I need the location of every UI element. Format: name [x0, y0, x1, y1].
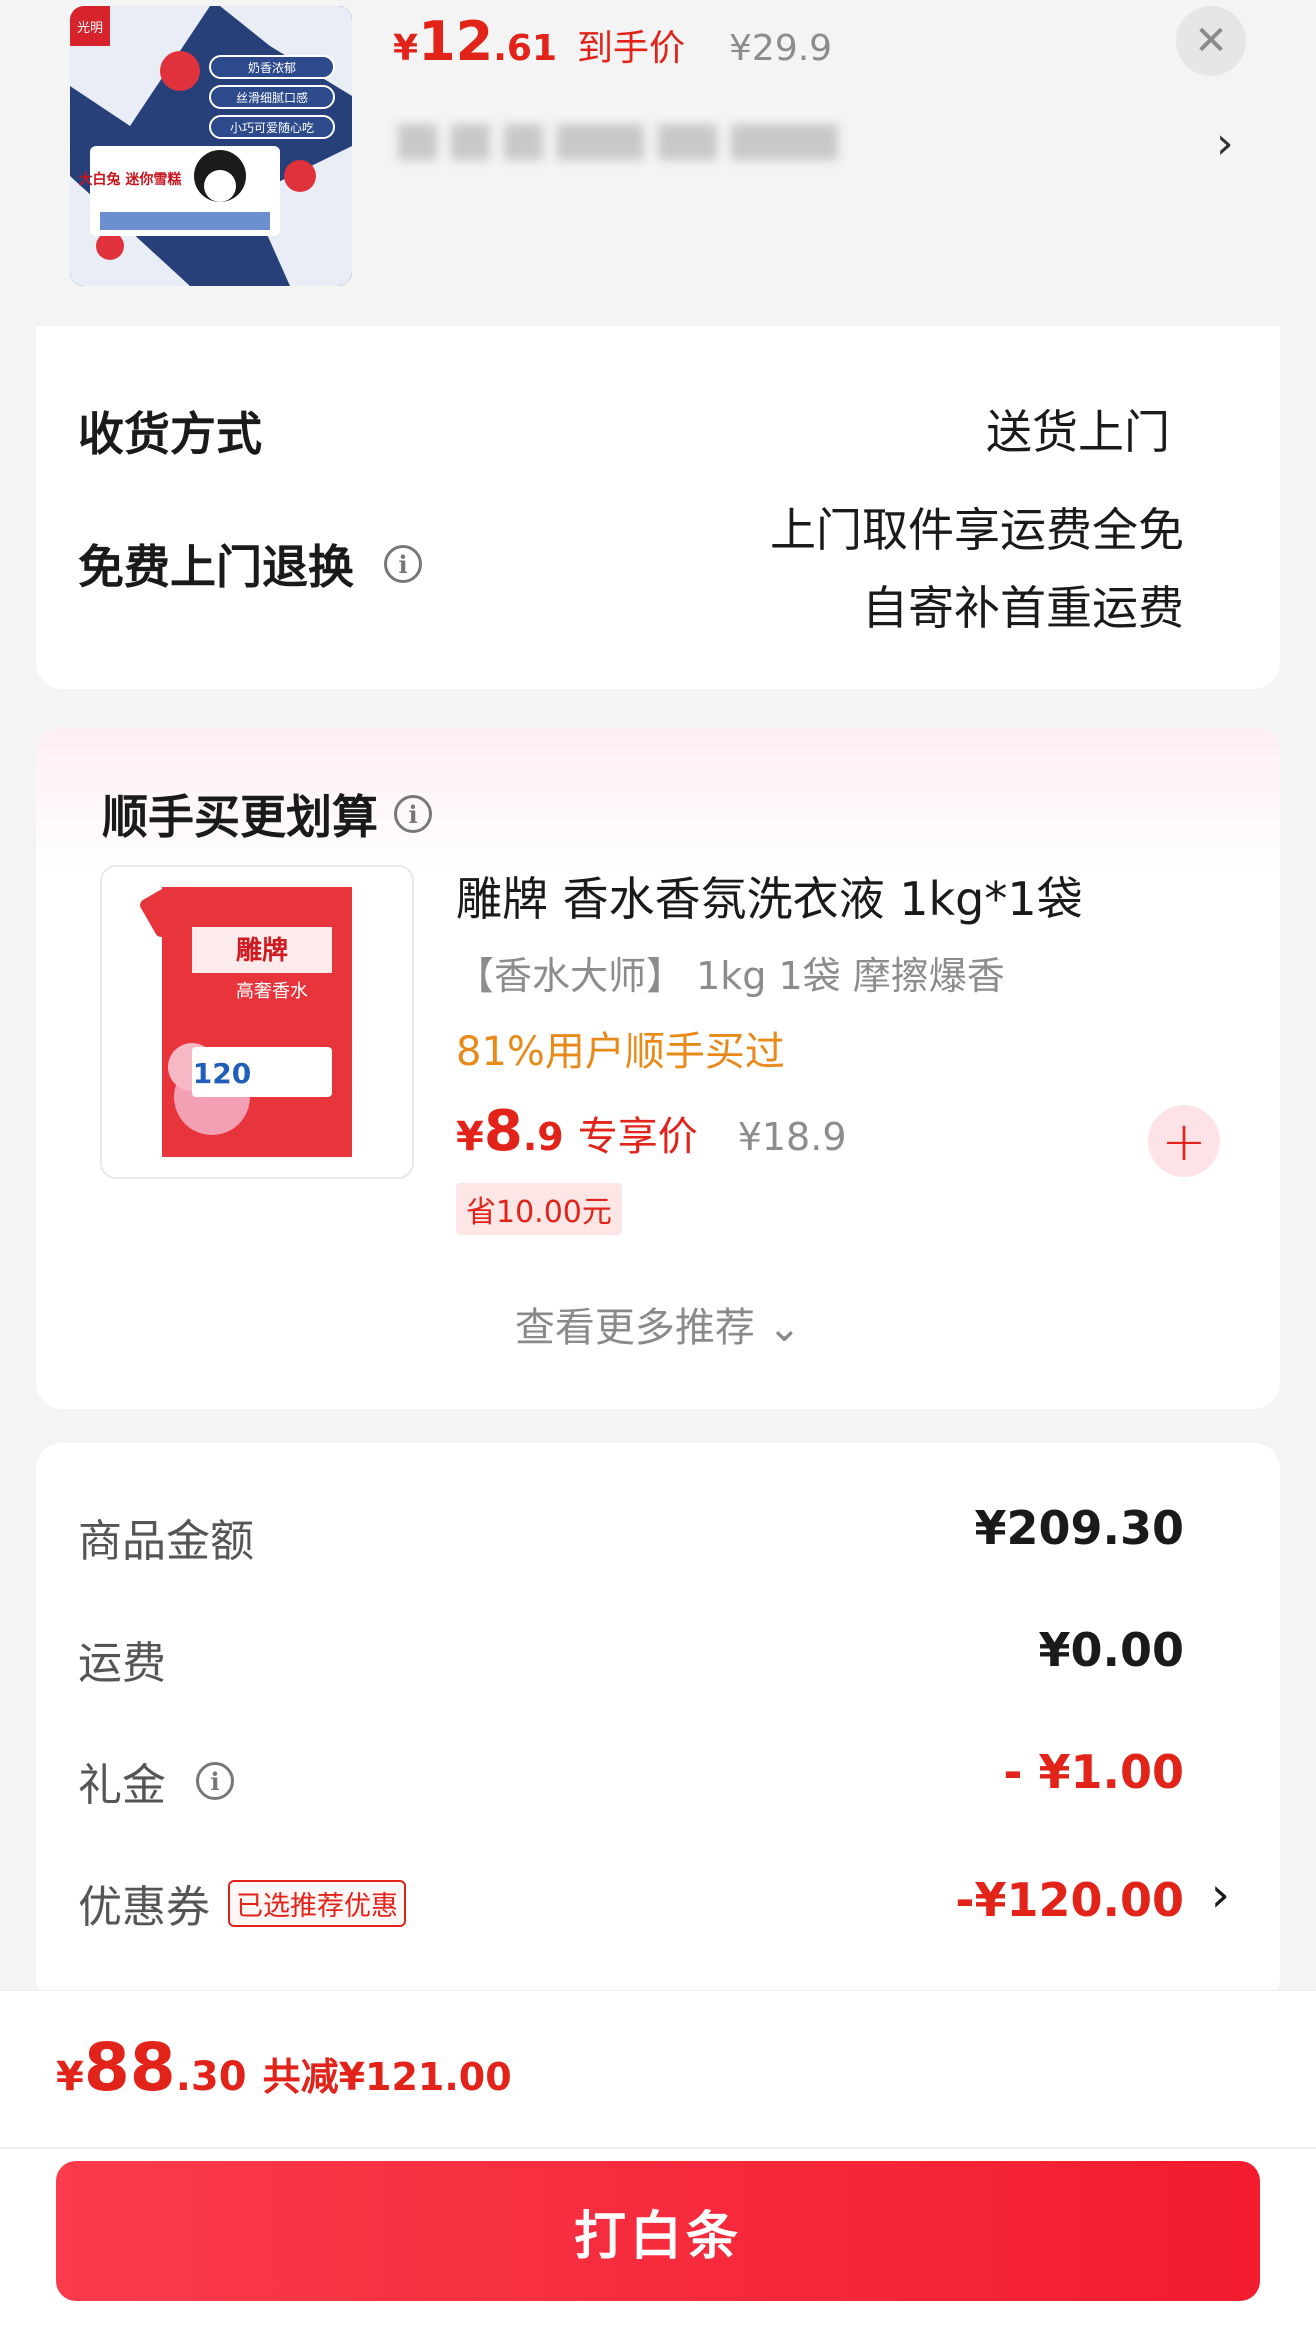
price-tag: 到手价 — [577, 28, 686, 69]
original-price: ¥18.9 — [737, 1115, 847, 1159]
gift-money-row: 礼金 i — [78, 1749, 234, 1813]
order-summary-card: 商品金额 ¥209.30 运费 ¥0.00 礼金 i - ¥1.00 优惠券 已… — [36, 1443, 1280, 2003]
free-return-value-2: 自寄补首重运费 — [862, 581, 1184, 635]
chevron-right-icon[interactable]: › — [1211, 1867, 1230, 1923]
svg-text:光明: 光明 — [77, 21, 103, 36]
delivery-method-label: 收货方式 — [78, 407, 262, 461]
total-discount[interactable]: 共减¥121.00 — [263, 2046, 512, 2101]
save-badge: 省10.00元 — [456, 1183, 622, 1235]
price-currency: ¥ — [393, 28, 419, 69]
top-product-strip: 光明 奶香浓郁 丝滑细腻口感 小巧可爱随心吃 大白兔 迷你雪糕 ¥ 12 .61… — [0, 0, 1316, 312]
coupon-label: 优惠券 — [78, 1882, 210, 1933]
see-more-recommendations[interactable]: 查看更多推荐 ⌄ — [36, 1295, 1280, 1353]
info-icon[interactable]: i — [196, 1762, 234, 1800]
price-tag: 专享价 — [577, 1114, 698, 1160]
svg-text:大白兔 迷你雪糕: 大白兔 迷你雪糕 — [79, 171, 182, 188]
gift-money-label: 礼金 — [78, 1760, 166, 1811]
total-decimal: .30 — [175, 2054, 247, 2100]
free-return-row: 免费上门退换 i — [78, 531, 422, 597]
info-icon[interactable]: i — [384, 545, 422, 583]
svg-text:丝滑细腻口感: 丝滑细腻口感 — [236, 90, 308, 105]
svg-text:奶香浓郁: 奶香浓郁 — [248, 60, 296, 75]
ice-cream-pack-illustration: 光明 奶香浓郁 丝滑细腻口感 小巧可爱随心吃 大白兔 迷你雪糕 — [70, 6, 352, 286]
goods-amount-value: ¥209.30 — [974, 1501, 1184, 1555]
price-decimal: .9 — [522, 1115, 564, 1159]
total-currency: ¥ — [56, 2054, 84, 2100]
recommended-product-spec[interactable]: 【香水大师】 1kg 1袋 摩擦爆香 — [456, 945, 1005, 1000]
add-to-cart-button[interactable]: + — [1148, 1105, 1220, 1177]
free-return-label: 免费上门退换 — [78, 540, 354, 594]
detergent-pouch-illustration: 雕牌 高奢香水 120 — [102, 867, 412, 1177]
recommendation-card: 顺手买更划算 i 雕牌 高奢香水 120 雕牌 香水香氛洗衣液 1kg*1袋 【… — [36, 727, 1280, 1409]
recommended-product-image[interactable]: 雕牌 高奢香水 120 — [100, 865, 414, 1179]
coupon-row[interactable]: 优惠券 已选推荐优惠 — [78, 1871, 406, 1935]
coupon-selected-badge: 已选推荐优惠 — [228, 1879, 406, 1927]
recommendation-title: 顺手买更划算 i — [102, 781, 432, 847]
blurred-product-title — [398, 112, 839, 172]
svg-text:雕牌: 雕牌 — [236, 935, 288, 966]
plus-icon: + — [1161, 1109, 1207, 1173]
svg-text:小巧可爱随心吃: 小巧可爱随心吃 — [230, 120, 314, 135]
svg-text:高奢香水: 高奢香水 — [236, 981, 308, 1002]
chevron-right-icon[interactable]: › — [1216, 118, 1234, 169]
price-currency: ¥ — [456, 1114, 484, 1160]
price-integer: 12 — [418, 10, 494, 73]
close-button[interactable]: ✕ — [1176, 6, 1246, 76]
coupon-value[interactable]: -¥120.00 — [955, 1873, 1184, 1927]
top-product-image[interactable]: 光明 奶香浓郁 丝滑细腻口感 小巧可爱随心吃 大白兔 迷你雪糕 — [70, 6, 352, 286]
recommendation-title-text: 顺手买更划算 — [102, 790, 378, 844]
recommended-product-name[interactable]: 雕牌 香水香氛洗衣液 1kg*1袋 — [456, 863, 1083, 929]
price-integer: 8 — [483, 1099, 523, 1164]
free-return-value-1: 上门取件享运费全免 — [770, 503, 1184, 557]
delivery-card: 收货方式 送货上门 免费上门退换 i 上门取件享运费全免 自寄补首重运费 — [36, 326, 1280, 689]
price-decimal: .61 — [493, 28, 557, 69]
goods-amount-label: 商品金额 — [78, 1516, 254, 1567]
checkout-bar: ¥ 88 .30 共减¥121.00 打白条 — [0, 1990, 1316, 2343]
recommended-product-price: ¥ 8 .9 专享价 ¥18.9 — [456, 1099, 847, 1164]
shipping-value: ¥0.00 — [1038, 1623, 1184, 1677]
close-icon: ✕ — [1194, 18, 1228, 64]
pay-button[interactable]: 打白条 — [56, 2161, 1260, 2301]
info-icon[interactable]: i — [394, 795, 432, 833]
top-product-price: ¥ 12 .61 到手价 ¥29.9 — [393, 10, 833, 73]
svg-text:120: 120 — [193, 1057, 251, 1090]
total-integer: 88 — [83, 2029, 176, 2106]
divider — [0, 2147, 1316, 2149]
total-price: ¥ 88 .30 共减¥121.00 — [56, 2029, 512, 2106]
gift-money-value: - ¥1.00 — [1003, 1745, 1184, 1799]
bought-together-text: 81%用户顺手买过 — [456, 1029, 785, 1075]
original-price: ¥29.9 — [729, 28, 833, 69]
shipping-label: 运费 — [78, 1638, 166, 1689]
delivery-method-value[interactable]: 送货上门 — [986, 396, 1170, 462]
